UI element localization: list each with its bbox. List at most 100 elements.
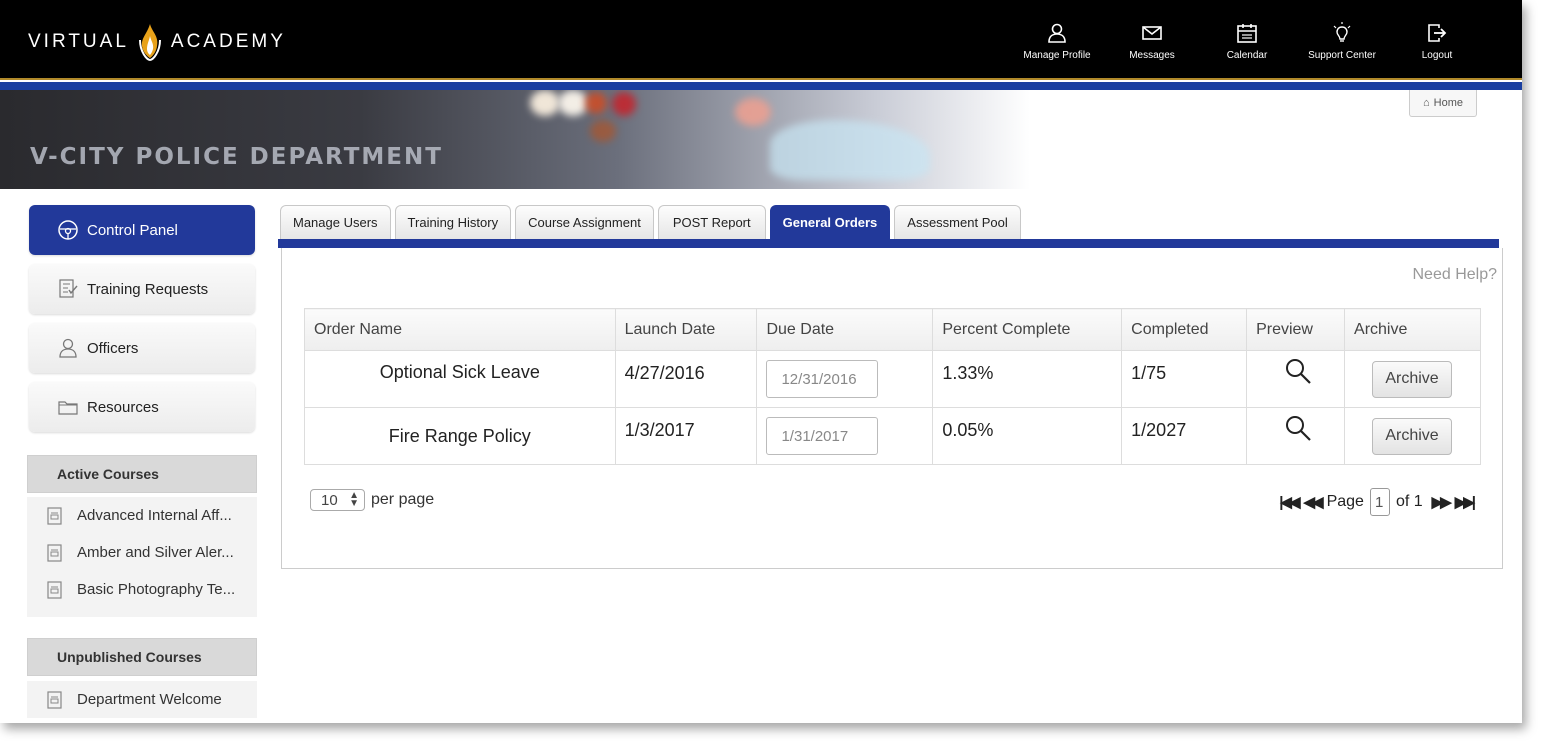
checklist-icon <box>59 279 78 298</box>
column-header[interactable]: Completed <box>1121 308 1248 351</box>
course-title: Advanced Internal Aff... <box>77 507 232 524</box>
envelope-icon <box>1142 26 1162 40</box>
tab-underline <box>278 239 1499 248</box>
home-label: Home <box>1433 97 1463 109</box>
previous-page-icon[interactable]: ◀◀ <box>1304 493 1324 511</box>
completed-count: 1/75 <box>1121 350 1248 408</box>
list-item[interactable]: Department Welcome <box>27 681 257 718</box>
nav-label: Support Center <box>1308 50 1376 61</box>
due-date-input[interactable]: 1/31/2017 <box>766 417 879 455</box>
tab-bar: Manage Users Training History Course Ass… <box>280 205 1025 239</box>
user-icon <box>1048 23 1066 43</box>
launch-date: 4/27/2016 <box>614 350 758 408</box>
magnifier-icon[interactable] <box>1284 357 1312 385</box>
per-page-control: 10 ▲ ▼ per page <box>310 489 434 511</box>
preview-cell <box>1246 350 1346 408</box>
column-header: Preview <box>1246 308 1346 351</box>
unpublished-courses-header: Unpublished Courses <box>27 638 257 676</box>
archive-cell: Archive <box>1344 350 1481 408</box>
last-page-icon[interactable]: ▶▶| <box>1455 493 1476 511</box>
tab-post-report[interactable]: POST Report <box>657 205 766 239</box>
nav-calendar[interactable]: Calendar <box>1202 22 1292 61</box>
page-number-input[interactable]: 1 <box>1369 488 1390 516</box>
need-help-link[interactable]: Need Help? <box>1413 266 1498 284</box>
nav-logout[interactable]: Logout <box>1392 22 1482 61</box>
tab-assessment-pool[interactable]: Assessment Pool <box>894 205 1021 239</box>
per-page-label: per page <box>371 491 435 508</box>
tab-course-assignment[interactable]: Course Assignment <box>515 205 654 239</box>
document-icon <box>47 690 62 709</box>
list-item[interactable]: Amber and Silver Aler... <box>27 534 257 571</box>
home-button[interactable]: ⌂ Home <box>1409 90 1477 117</box>
table-row: Fire Range Policy 1/3/2017 1/31/2017 0.0… <box>304 407 1481 465</box>
order-name: Optional Sick Leave <box>304 350 616 408</box>
list-item[interactable]: Advanced Internal Aff... <box>27 497 257 534</box>
general-orders-panel: Need Help? Order Name Launch Date Due Da… <box>281 248 1503 569</box>
nav-support-center[interactable]: Support Center <box>1297 22 1387 61</box>
top-bar: VIRTUAL ACADEMY Manage Profile Messages … <box>0 0 1522 80</box>
table-row: Optional Sick Leave 4/27/2016 12/31/2016… <box>304 350 1481 408</box>
order-name: Fire Range Policy <box>304 407 616 465</box>
due-date-cell: 1/31/2017 <box>756 407 934 465</box>
completed-count: 1/2027 <box>1121 407 1248 465</box>
course-title: Basic Photography Te... <box>77 581 236 598</box>
tab-training-history[interactable]: Training History <box>394 205 512 239</box>
banner-title: V-CITY POLICE DEPARTMENT <box>30 144 443 170</box>
document-icon <box>47 580 62 599</box>
sidebar-item-resources[interactable]: Resources <box>29 382 255 432</box>
first-page-icon[interactable]: |◀◀ <box>1279 493 1300 511</box>
logout-icon <box>1428 24 1447 42</box>
logo[interactable]: VIRTUAL ACADEMY <box>28 22 286 62</box>
column-header: Archive <box>1344 308 1481 351</box>
sidebar-item-control-panel[interactable]: Control Panel <box>29 205 255 255</box>
tab-general-orders[interactable]: General Orders <box>769 205 891 239</box>
magnifier-icon[interactable] <box>1284 414 1312 442</box>
sidebar-item-label: Control Panel <box>87 221 178 239</box>
column-header[interactable]: Percent Complete <box>932 308 1123 351</box>
sidebar-item-training-requests[interactable]: Training Requests <box>29 264 255 314</box>
next-page-icon[interactable]: ▶▶ <box>1432 493 1452 511</box>
pagination: |◀◀ ◀◀ Page 1 of 1 ▶▶ ▶▶| <box>1276 488 1476 516</box>
due-date-input[interactable]: 12/31/2016 <box>766 360 879 398</box>
active-courses-header: Active Courses <box>27 455 257 493</box>
sidebar-item-label: Resources <box>87 398 159 416</box>
logo-text-right: ACADEMY <box>170 31 286 52</box>
orders-table: Order Name Launch Date Due Date Percent … <box>304 308 1481 465</box>
tab-manage-users[interactable]: Manage Users <box>280 205 391 239</box>
column-header[interactable]: Order Name <box>304 308 616 351</box>
percent-complete: 1.33% <box>932 350 1123 408</box>
sidebar-item-officers[interactable]: Officers <box>29 323 255 373</box>
nav-manage-profile[interactable]: Manage Profile <box>1012 22 1102 61</box>
active-courses-list: Advanced Internal Aff... Amber and Silve… <box>27 497 257 617</box>
column-header[interactable]: Launch Date <box>614 308 758 351</box>
list-item[interactable]: Basic Photography Te... <box>27 571 257 608</box>
lightbulb-icon <box>1333 22 1351 42</box>
due-date-cell: 12/31/2016 <box>756 350 934 408</box>
preview-cell <box>1246 407 1346 465</box>
logo-text-left: VIRTUAL <box>28 31 129 52</box>
percent-complete: 0.05% <box>932 407 1123 465</box>
archive-button[interactable]: Archive <box>1372 360 1453 398</box>
nav-messages[interactable]: Messages <box>1107 22 1197 61</box>
dashboard-icon <box>58 220 78 240</box>
page-label: Page <box>1326 493 1364 510</box>
flame-logo-icon <box>138 24 161 62</box>
nav-label: Calendar <box>1226 50 1268 61</box>
app-window: VIRTUAL ACADEMY Manage Profile Messages … <box>0 0 1522 723</box>
nav-label: Manage Profile <box>1023 50 1091 61</box>
page-of-label: of 1 <box>1395 493 1423 510</box>
accent-bar <box>0 82 1522 90</box>
per-page-select[interactable]: 10 ▲ ▼ <box>310 489 365 511</box>
course-title: Amber and Silver Aler... <box>77 544 234 561</box>
updown-arrows-icon: ▲ ▼ <box>349 490 359 509</box>
document-icon <box>47 506 62 525</box>
per-page-value: 10 <box>321 491 338 509</box>
archive-cell: Archive <box>1344 407 1481 465</box>
sidebar-item-label: Training Requests <box>87 280 209 298</box>
archive-button[interactable]: Archive <box>1372 417 1453 455</box>
nav-label: Logout <box>1421 50 1453 61</box>
document-icon <box>47 543 62 562</box>
column-header[interactable]: Due Date <box>756 308 934 351</box>
folder-icon <box>58 401 78 415</box>
calendar-icon <box>1237 24 1257 43</box>
